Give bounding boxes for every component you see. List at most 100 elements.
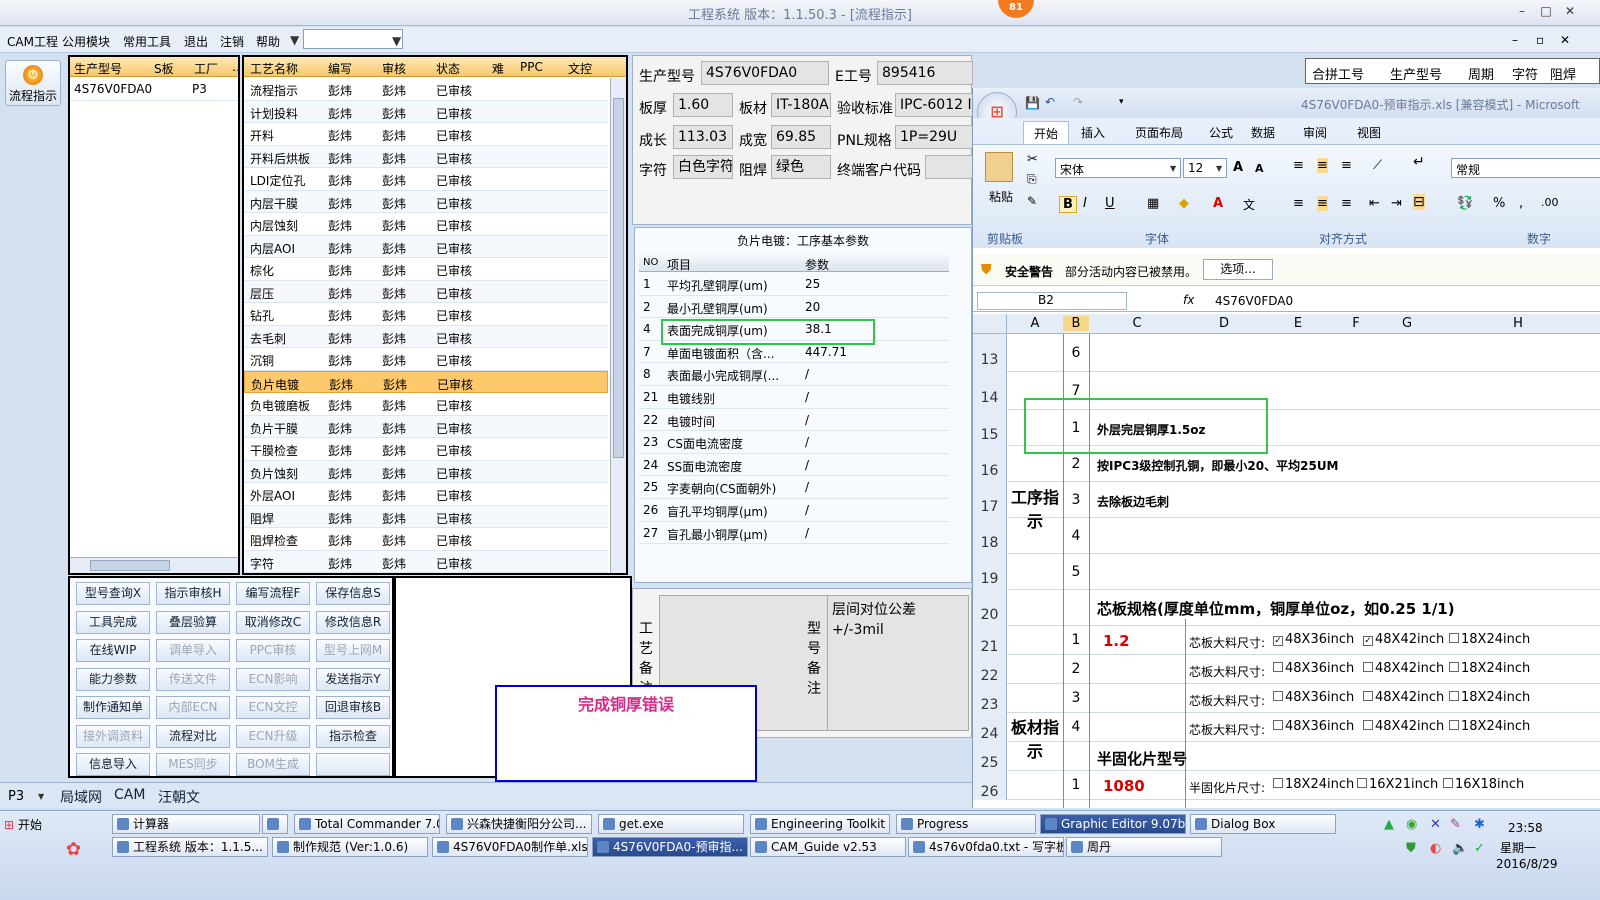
checkbox[interactable] [1449, 691, 1459, 701]
action-button[interactable]: 保存信息S [316, 582, 390, 605]
action-button[interactable]: BOM生成 [236, 753, 310, 776]
tray-icon[interactable]: ✎ [1450, 817, 1461, 832]
redo-icon[interactable]: ↷ [1073, 95, 1083, 109]
menu-common-module[interactable]: 公用模块 [62, 33, 110, 50]
checkbox[interactable] [1449, 662, 1459, 672]
status-tab-user[interactable]: 汪朝文 [158, 787, 200, 807]
customer-code-field[interactable] [925, 155, 973, 179]
action-button[interactable] [316, 753, 390, 776]
taskbar-item[interactable]: 工程系统 版本：1.1.5... [112, 837, 268, 857]
prepreg-title[interactable]: 半固化片型号 [1097, 748, 1187, 769]
tray-icon[interactable]: ▲ [1384, 817, 1394, 832]
table-row[interactable]: 内层AOI 彭炜 彭炜 已审核 [244, 235, 608, 258]
taskbar-item[interactable]: 4S76V0FDA0-预审指... [592, 837, 748, 857]
table-row[interactable]: 内层干膜 彭炜 彭炜 已审核 [244, 190, 608, 213]
checkbox[interactable] [1363, 720, 1373, 730]
status-tab-cam[interactable]: CAM [114, 787, 145, 803]
formula-input[interactable]: 4S76V0FDA0 [1215, 294, 1293, 308]
percent-icon[interactable]: % [1493, 196, 1505, 211]
italic-button[interactable]: I [1083, 196, 1087, 211]
item-number[interactable]: 3 [1063, 492, 1089, 508]
options-button[interactable]: 选项... [1203, 259, 1273, 280]
action-button[interactable]: 型号上网M [316, 639, 390, 662]
table-row[interactable]: 棕化 彭炜 彭炜 已审核 [244, 258, 608, 281]
save-icon[interactable]: 💾 [1025, 96, 1040, 110]
action-button[interactable]: 回退审核B [316, 696, 390, 719]
phonetic-icon[interactable]: 文 [1243, 196, 1255, 213]
grow-font-icon[interactable]: A [1233, 160, 1243, 175]
column-header[interactable]: E [1263, 316, 1333, 331]
checkbox[interactable] [1273, 662, 1283, 672]
action-button[interactable]: ECN文控 [236, 696, 310, 719]
table-row[interactable]: 字符 彭炜 彭炜 已审核 [244, 550, 608, 573]
checkbox[interactable] [1273, 778, 1283, 788]
menu-logout[interactable]: 注销 [220, 33, 244, 50]
action-button[interactable]: 在线WIP [76, 639, 150, 662]
checkbox[interactable] [1449, 633, 1459, 643]
table-row[interactable]: 2 最小孔壁铜厚(um) 20 [639, 296, 949, 319]
tray-icon[interactable]: ◐ [1430, 841, 1441, 856]
taskbar-item[interactable]: CAM_Guide v2.53 [750, 837, 906, 857]
status-tab-lan[interactable]: 局域网 [60, 787, 102, 807]
action-button[interactable]: 编写流程F [236, 582, 310, 605]
name-box[interactable]: B2 [977, 292, 1127, 310]
e-number-field[interactable]: 895416 [877, 61, 973, 85]
item-number[interactable]: 4 [1063, 528, 1089, 544]
material-field[interactable]: IT-180A [771, 93, 831, 117]
table-row[interactable]: 开料 彭炜 彭炜 已审核 [244, 123, 608, 146]
tab-ribbon[interactable]: 视图 [1357, 124, 1381, 141]
column-header[interactable]: A [1007, 316, 1063, 331]
taskbar-item[interactable]: 计算器 [112, 814, 260, 834]
table-row[interactable]: 阻焊检查 彭炜 彭炜 已审核 [244, 528, 608, 551]
checkbox[interactable] [1449, 720, 1459, 730]
table-row[interactable]: 计划投料 彭炜 彭炜 已审核 [244, 100, 608, 123]
row-header[interactable]: 19 [973, 554, 1007, 590]
checkbox[interactable]: ✓ [1363, 636, 1373, 646]
table-row[interactable]: 4S76V0FDA0 P3 [70, 78, 238, 101]
cut-icon[interactable]: ✂ [1027, 152, 1038, 167]
row-header[interactable]: 16 [973, 446, 1007, 482]
table-row[interactable]: 钻孔 彭炜 彭炜 已审核 [244, 303, 608, 326]
item-number[interactable]: 6 [1063, 345, 1089, 361]
mask-field[interactable]: 绿色 [771, 155, 831, 179]
table-row[interactable]: 1 平均孔壁铜厚(um) 25 [639, 273, 949, 296]
action-button[interactable]: 内部ECN [156, 696, 230, 719]
font-color-icon[interactable]: A [1213, 196, 1223, 211]
action-button[interactable]: 指示审核H [156, 582, 230, 605]
action-button[interactable]: 指示检查 [316, 724, 390, 748]
flow-indicator-button[interactable]: ⏻ 流程指示 [5, 60, 61, 106]
row-header[interactable]: 25 [973, 742, 1007, 771]
checkbox[interactable] [1363, 691, 1373, 701]
core-thickness-value[interactable]: 1.2 [1103, 632, 1130, 650]
row-header[interactable]: 17 [973, 482, 1007, 518]
size-option[interactable]: 48X42inch [1363, 661, 1444, 676]
tab-ribbon[interactable]: 插入 [1081, 124, 1105, 141]
action-button[interactable]: ECN升级 [236, 724, 310, 748]
thickness-field[interactable]: 1.60 [673, 93, 733, 117]
item-number[interactable]: 1 [1063, 632, 1089, 648]
indent-increase-icon[interactable]: ⇥ [1391, 196, 1402, 211]
row-header[interactable]: 15 [973, 410, 1007, 446]
item-number[interactable]: 3 [1063, 690, 1089, 706]
row-header[interactable]: 24 [973, 713, 1007, 742]
row-header[interactable]: 14 [973, 372, 1007, 410]
taskbar-item[interactable]: Progress [896, 814, 1036, 834]
model-note-field[interactable]: 层间对位公差+/-3mil [827, 595, 969, 731]
merge-center-icon[interactable]: ⊟ [1413, 194, 1425, 210]
format-painter-icon[interactable]: ✎ [1027, 194, 1037, 208]
size-option[interactable]: 18X24inch [1449, 661, 1530, 676]
column-header[interactable]: H [1435, 316, 1600, 331]
checkbox[interactable] [1443, 778, 1453, 788]
table-row[interactable]: 层压 彭炜 彭炜 已审核 [244, 280, 608, 303]
maximize-button[interactable]: □ [1536, 4, 1556, 20]
row-header[interactable]: 26 [973, 771, 1007, 800]
align-left-icon[interactable]: ≡ [1293, 196, 1304, 211]
table-row[interactable]: LDI定位孔 彭炜 彭炜 已审核 [244, 168, 608, 191]
action-button[interactable]: 发送指示Y [316, 667, 390, 691]
taskbar-item[interactable]: Engineering Toolkit 9.0... [750, 814, 890, 834]
size-option[interactable]: 48X42inch [1363, 719, 1444, 734]
row-header[interactable]: 20 [973, 590, 1007, 626]
align-right-icon[interactable]: ≡ [1341, 196, 1352, 211]
orientation-icon[interactable]: ⟋ [1373, 158, 1382, 173]
action-button[interactable]: 取消修改C [236, 610, 310, 634]
